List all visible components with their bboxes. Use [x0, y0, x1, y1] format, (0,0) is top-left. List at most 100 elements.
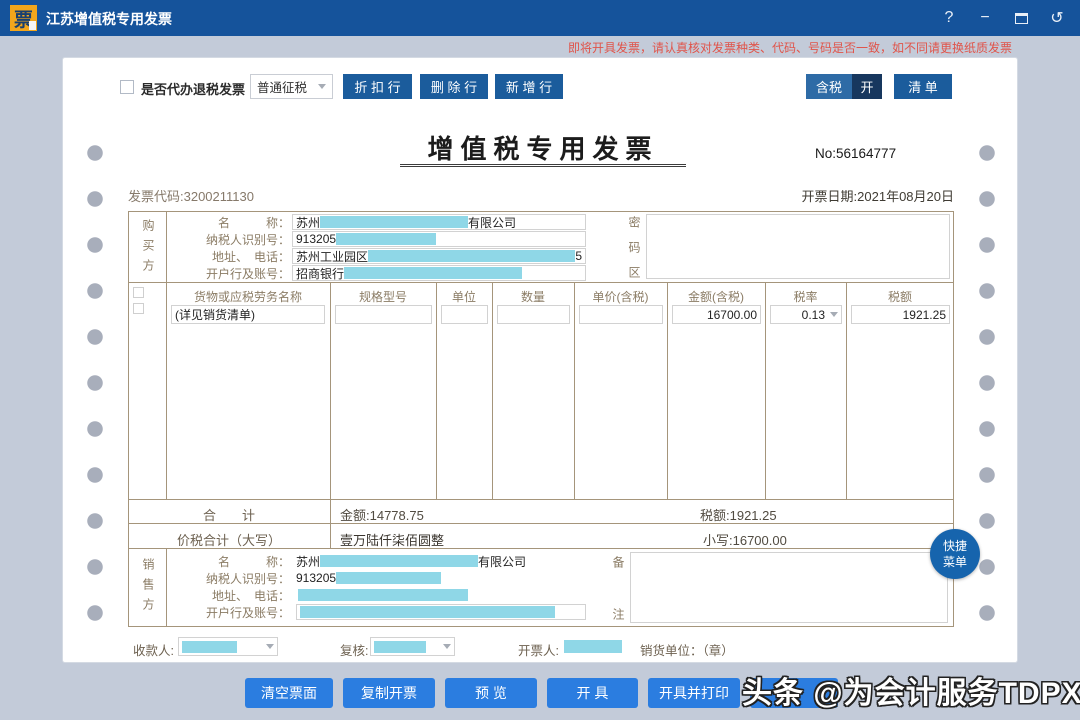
buyer-bank-redaction: [344, 267, 522, 279]
preview-button[interactable]: 预 览: [445, 678, 537, 708]
reviewer-label: 复核:: [340, 640, 368, 659]
buyer-address-post: 5: [575, 249, 582, 263]
row-checkbox-2[interactable]: [133, 303, 144, 314]
warning-text: 即将开具发票，请认真核对发票种类、代码、号码是否一致，如不同请更换纸质发票: [568, 39, 1012, 56]
totals-divider: [330, 499, 331, 524]
buyer-taxid-pre: 913205: [296, 232, 336, 246]
buyer-taxid-redaction: [336, 233, 436, 245]
buyer-address-label: 地址、 电话：: [170, 248, 290, 265]
payee-redaction: [182, 641, 237, 653]
payee-select[interactable]: [178, 637, 278, 656]
invoice-title: 增值税专用发票: [395, 129, 691, 166]
seller-name-redaction: [320, 555, 478, 567]
app-title: 江苏增值税专用发票: [46, 9, 172, 29]
issue-button[interactable]: 开 具: [547, 678, 638, 708]
invoice-title-underline: [400, 164, 686, 167]
tax-mode-value: 普通征税: [257, 77, 307, 96]
app-window: 票 江苏增值税专用发票 ? − ↺ 即将开具发票，请认真核对发票种类、代码、号码…: [0, 0, 1080, 720]
reviewer-select[interactable]: [370, 637, 455, 656]
totals-tax: 税额:1921.25: [700, 505, 777, 524]
col-line-6: [667, 282, 668, 500]
invoice-date: 开票日期:2021年08月20日: [802, 186, 954, 205]
buyer-side-label: 购买方: [140, 219, 157, 279]
col-line-1: [166, 282, 167, 500]
minimize-icon[interactable]: −: [976, 8, 994, 28]
tax-open-button[interactable]: 开: [852, 74, 882, 99]
add-row-button[interactable]: 新 增 行: [495, 74, 563, 99]
header-amount: 金额(含税): [667, 288, 765, 305]
window-controls: ? − ↺: [940, 0, 1066, 36]
tax-included-button[interactable]: 含税: [806, 74, 852, 99]
item-unit-input[interactable]: [441, 305, 488, 324]
seller-bank-input[interactable]: [296, 604, 586, 620]
discount-row-button[interactable]: 折 扣 行: [343, 74, 412, 99]
header-tax: 税额: [846, 288, 954, 305]
buyer-name-input[interactable]: 苏州 有限公司: [292, 214, 586, 230]
seller-bank-redaction: [300, 606, 555, 618]
header-spec: 规格型号: [330, 288, 436, 305]
password-zone-box[interactable]: [646, 214, 950, 279]
chevron-down-icon: [318, 84, 326, 89]
copy-invoice-button[interactable]: 复制开票: [343, 678, 435, 708]
restore-glyph: [1015, 13, 1028, 24]
item-price-input[interactable]: [579, 305, 663, 324]
item-qty-input[interactable]: [497, 305, 570, 324]
item-name-input[interactable]: (详见销货清单): [171, 305, 325, 324]
item-rate-select[interactable]: 0.13: [770, 305, 842, 324]
payee-label: 收款人:: [133, 640, 174, 659]
delete-row-button[interactable]: 删 除 行: [420, 74, 488, 99]
chevron-down-icon: [443, 644, 451, 649]
remark-box[interactable]: [630, 552, 948, 623]
quick-menu-button[interactable]: 快捷菜单: [930, 529, 980, 579]
tax-toggle-group: 含税 开: [806, 74, 882, 99]
item-tax-input[interactable]: 1921.25: [851, 305, 950, 324]
buyer-taxid-label: 纳税人识别号：: [170, 231, 290, 248]
seller-name-label: 名 称：: [170, 553, 290, 570]
drawer-label: 开票人:: [518, 640, 559, 659]
buyer-address-pre: 苏州工业园区: [296, 248, 368, 265]
perforation-dots-left: [87, 130, 103, 642]
buyer-divider: [166, 211, 167, 283]
seller-taxid-label: 纳税人识别号：: [170, 570, 290, 587]
restore-icon[interactable]: [1012, 8, 1030, 28]
item-tax-value: 1921.25: [903, 308, 946, 322]
col-line-2: [330, 282, 331, 500]
buyer-name-pre: 苏州: [296, 214, 320, 231]
header-qty: 数量: [492, 288, 574, 305]
item-spec-input[interactable]: [335, 305, 432, 324]
row-checkbox-1[interactable]: [133, 287, 144, 298]
seller-address-label: 地址、 电话：: [170, 587, 290, 604]
clear-invoice-button[interactable]: 清空票面: [245, 678, 333, 708]
issue-and-print-button[interactable]: 开具并打印: [648, 678, 740, 708]
seller-address-redaction: [298, 589, 468, 601]
header-rate: 税率: [765, 288, 846, 305]
perforation-dots-right: [979, 130, 995, 642]
buyer-bank-pre: 招商银行: [296, 265, 344, 282]
seller-taxid-pre: 913205: [296, 571, 336, 585]
item-rate-value: 0.13: [802, 308, 825, 322]
list-button[interactable]: 清 单: [894, 74, 952, 99]
seller-name-pre: 苏州: [296, 553, 320, 570]
col-line-7: [765, 282, 766, 500]
refund-checkbox[interactable]: [120, 80, 134, 94]
drawer-redaction: [564, 640, 622, 653]
chevron-down-icon: [830, 312, 838, 317]
col-line-8: [846, 282, 847, 500]
seller-divider: [166, 548, 167, 627]
buyer-bank-input[interactable]: 招商银行: [292, 265, 586, 281]
titlebar: 票 江苏增值税专用发票 ? − ↺: [0, 0, 1080, 36]
seller-bank-label: 开户行及账号：: [170, 604, 290, 621]
refund-checkbox-label: 是否代办退税发票: [141, 79, 245, 98]
item-name-value: (详见销货清单): [175, 306, 255, 323]
buyer-name-post: 有限公司: [468, 214, 516, 231]
item-amount-input[interactable]: 16700.00: [672, 305, 761, 324]
buyer-address-input[interactable]: 苏州工业园区 5: [292, 248, 586, 264]
undo-icon[interactable]: ↺: [1048, 8, 1066, 28]
help-icon[interactable]: ?: [940, 8, 958, 28]
invoice-number: No:56164777: [815, 146, 896, 161]
quick-menu-label: 快捷菜单: [941, 538, 969, 570]
buyer-taxid-input[interactable]: 913205: [292, 231, 586, 247]
tax-mode-select[interactable]: 普通征税: [250, 74, 333, 99]
col-line-3: [436, 282, 437, 500]
seller-name-post: 有限公司: [478, 553, 526, 570]
